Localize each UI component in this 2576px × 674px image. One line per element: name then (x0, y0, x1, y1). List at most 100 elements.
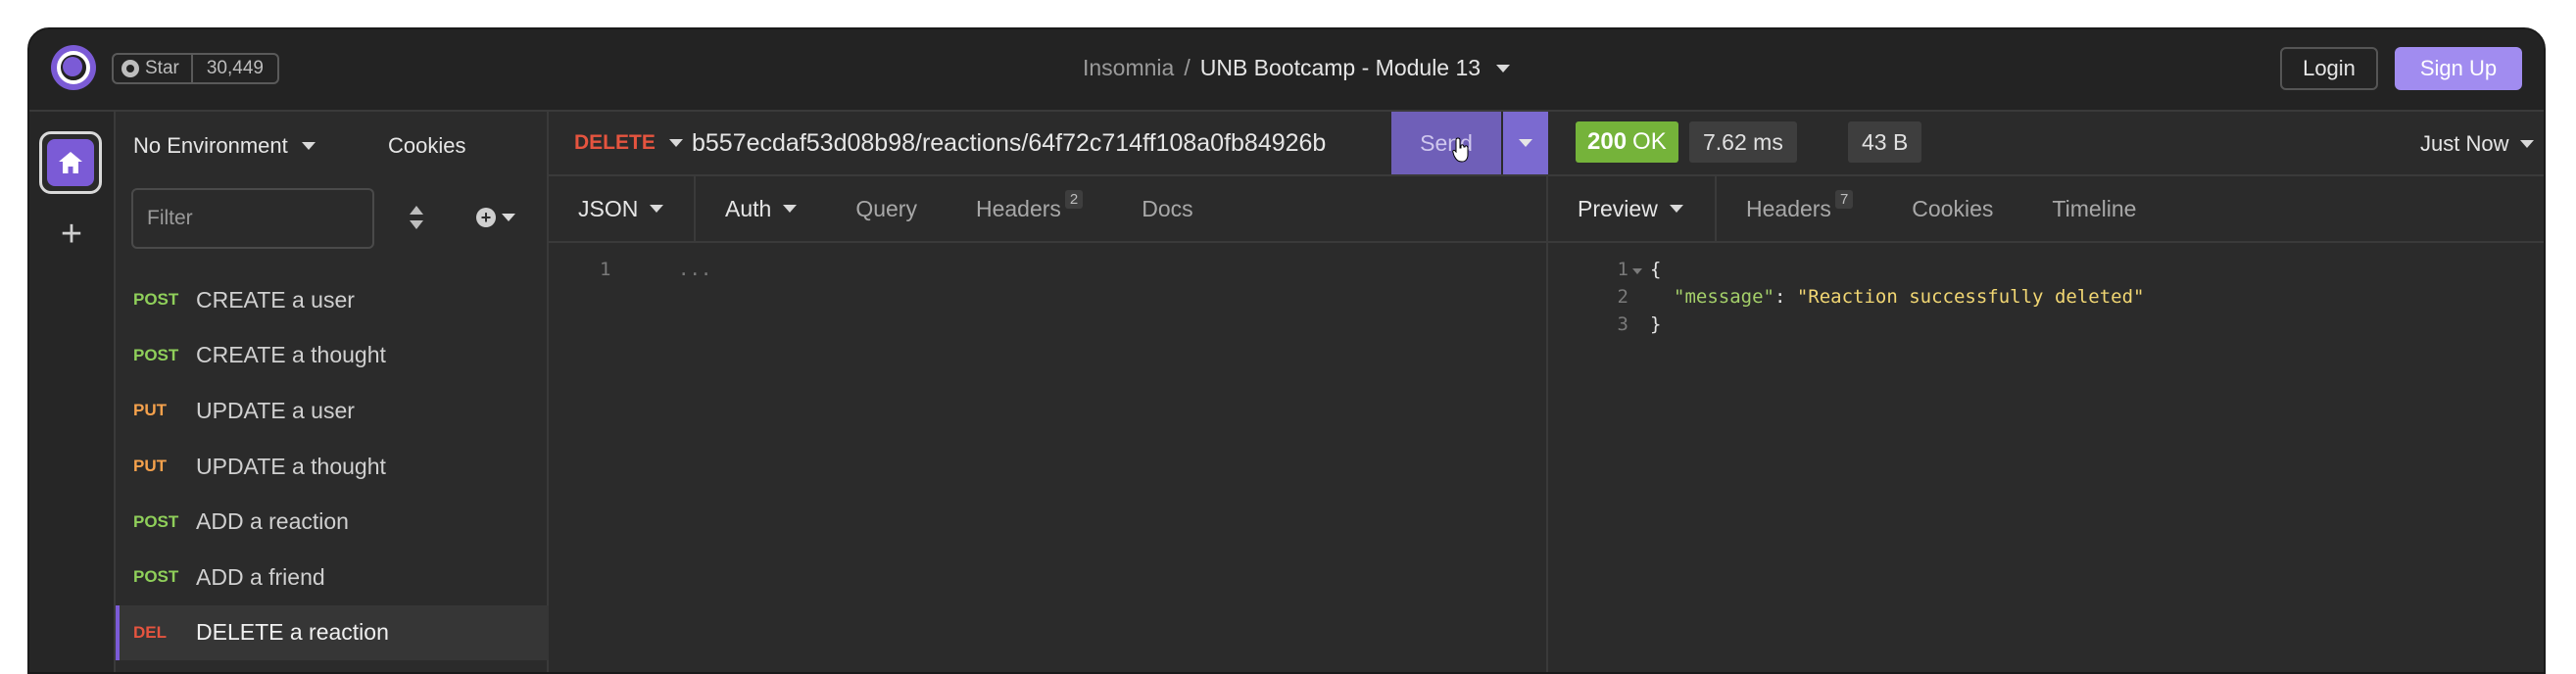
response-time-badge: 7.62 ms (1689, 121, 1797, 163)
tab-headers[interactable]: Headers 2 (947, 176, 1112, 241)
breadcrumb-app[interactable]: Insomnia (1083, 55, 1174, 81)
home-button[interactable] (39, 131, 102, 194)
response-pane: 200 OK 7.62 ms 43 B Just Now Preview Hea… (1548, 112, 2544, 672)
tab-auth-label: Auth (725, 195, 772, 221)
editor-placeholder: ... (678, 259, 712, 280)
plus-circle-icon: + (476, 208, 496, 227)
tab-timeline[interactable]: Timeline (2022, 176, 2165, 241)
github-star-button[interactable]: Star (114, 55, 193, 82)
breadcrumb-separator: / (1184, 55, 1191, 80)
pointer-cursor-icon (1452, 137, 1469, 163)
login-button[interactable]: Login (2280, 47, 2378, 90)
chevron-down-icon (1669, 205, 1683, 213)
chevron-down-icon (502, 214, 515, 221)
request-name: CREATE a user (196, 286, 355, 313)
chevron-down-icon[interactable] (1496, 64, 1511, 72)
method-badge: POST (133, 345, 179, 364)
sidebar: No Environment Cookies + POST CREATE a u… (116, 112, 549, 672)
left-rail: + (29, 112, 116, 672)
list-item[interactable]: POST CREATE a thought (116, 328, 549, 384)
cookies-button[interactable]: Cookies (388, 133, 465, 159)
filter-input[interactable] (131, 188, 374, 249)
github-icon (122, 60, 139, 77)
tab-body[interactable]: JSON (549, 176, 696, 241)
request-list: POST CREATE a user POST CREATE a thought… (116, 272, 549, 661)
list-item[interactable]: POST CREATE a user (116, 272, 549, 328)
response-size-badge: 43 B (1848, 121, 1922, 163)
sort-icon[interactable] (410, 206, 423, 231)
request-name: UPDATE a thought (196, 453, 386, 479)
chevron-down-icon (650, 205, 664, 213)
tab-body-label: JSON (578, 195, 639, 221)
json-pair: "message": "Reaction successfully delete… (1674, 286, 2144, 308)
status-badge: 200 OK (1576, 121, 1678, 163)
breadcrumb-project[interactable]: UNB Bootcamp - Module 13 (1200, 55, 1481, 81)
github-star-widget[interactable]: Star 30,449 (112, 53, 279, 84)
method-badge: PUT (133, 457, 167, 476)
insomnia-logo-icon[interactable] (51, 45, 96, 90)
tab-auth[interactable]: Auth (696, 176, 826, 241)
add-request-menu[interactable]: + (476, 208, 515, 227)
method-selector[interactable]: DELETE (574, 131, 683, 155)
tab-headers-label: Headers (975, 195, 1061, 221)
fold-chevron-icon[interactable] (1632, 268, 1642, 274)
status-code: 200 (1587, 128, 1628, 155)
method-badge: POST (133, 567, 179, 587)
tab-preview-label: Preview (1578, 195, 1658, 221)
send-options-button[interactable] (1503, 112, 1548, 174)
status-text: OK (1632, 128, 1667, 155)
app-window: Star 30,449 Insomnia / UNB Bootcamp - Mo… (27, 27, 2546, 674)
list-item[interactable]: PUT UPDATE a user (116, 383, 549, 439)
send-button[interactable]: Send (1391, 112, 1501, 174)
method-badge: PUT (133, 401, 167, 420)
github-star-label: Star (145, 58, 179, 78)
history-selector[interactable]: Just Now (2420, 131, 2535, 157)
tab-docs[interactable]: Docs (1112, 176, 1222, 241)
tab-response-headers-label: Headers (1746, 195, 1831, 221)
request-pane: DELETE b557ecdaf53d08b98/reactions/64f72… (549, 112, 1548, 672)
history-label: Just Now (2420, 131, 2509, 156)
tab-response-headers[interactable]: Headers 7 (1717, 176, 1882, 241)
breadcrumb: Insomnia / UNB Bootcamp - Module 13 (1083, 55, 1511, 81)
json-value: "Reaction successfully deleted" (1796, 286, 2145, 308)
json-key: "message" (1674, 286, 1774, 308)
tab-cookies[interactable]: Cookies (1882, 176, 2022, 241)
line-number: 1 (1617, 259, 1628, 280)
signup-button[interactable]: Sign Up (2395, 47, 2522, 90)
method-badge: DEL (133, 622, 167, 642)
add-workspace-icon[interactable]: + (55, 216, 88, 253)
home-icon (59, 152, 82, 173)
list-item-active[interactable]: DEL DELETE a reaction (116, 604, 549, 661)
request-name: UPDATE a user (196, 397, 355, 423)
chevron-down-icon (1519, 139, 1532, 147)
line-number: 1 (600, 259, 611, 280)
tab-preview[interactable]: Preview (1548, 176, 1717, 241)
method-badge: POST (133, 511, 179, 531)
chevron-down-icon (783, 205, 798, 213)
response-tabs: Preview Headers 7 Cookies Timeline (1548, 176, 2544, 243)
chevron-down-icon (2520, 140, 2535, 148)
chevron-down-icon (668, 139, 683, 147)
line-number: 3 (1617, 313, 1628, 335)
environment-label: No Environment (133, 133, 288, 158)
url-input[interactable]: b557ecdaf53d08b98/reactions/64f72c714ff1… (692, 129, 1326, 158)
top-bar: Star 30,449 Insomnia / UNB Bootcamp - Mo… (29, 29, 2544, 112)
json-colon: : (1774, 286, 1797, 308)
environment-selector[interactable]: No Environment (133, 133, 316, 159)
request-name: DELETE a reaction (196, 619, 389, 646)
method-badge: POST (133, 290, 179, 310)
tab-query[interactable]: Query (826, 176, 947, 241)
request-tabs: JSON Auth Query Headers 2 Docs (549, 176, 1548, 243)
request-name: ADD a friend (196, 563, 325, 590)
list-item[interactable]: PUT UPDATE a thought (116, 439, 549, 495)
chevron-down-icon (301, 142, 316, 150)
response-status-bar: 200 OK 7.62 ms 43 B Just Now (1548, 112, 2544, 176)
line-number: 2 (1617, 286, 1628, 308)
response-headers-count-badge: 7 (1834, 189, 1854, 209)
json-close-brace: } (1650, 313, 1662, 335)
headers-count-badge: 2 (1064, 189, 1084, 209)
url-bar: DELETE b557ecdaf53d08b98/reactions/64f72… (549, 112, 1548, 176)
list-item[interactable]: POST ADD a reaction (116, 494, 549, 550)
request-name: ADD a reaction (196, 508, 349, 535)
list-item[interactable]: POST ADD a friend (116, 550, 549, 605)
